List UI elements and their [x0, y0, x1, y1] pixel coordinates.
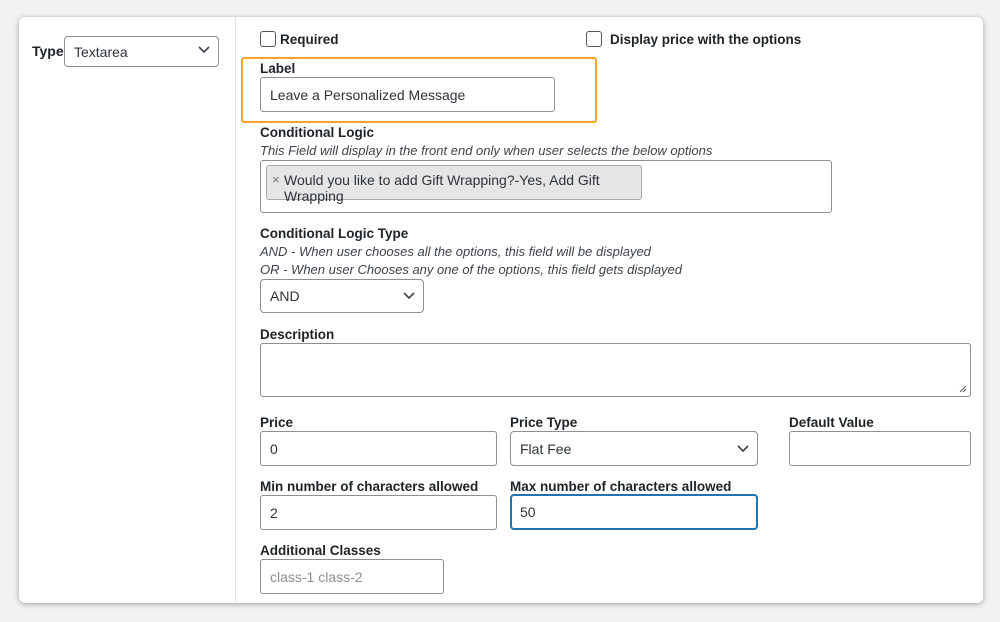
- min-chars-value: 2: [270, 505, 278, 521]
- price-value: 0: [270, 441, 278, 457]
- description-label: Description: [260, 327, 335, 342]
- conditional-logic-type-select[interactable]: AND: [260, 279, 424, 313]
- required-checkbox[interactable]: [260, 31, 276, 47]
- field-type-column: Type Textarea: [19, 17, 236, 603]
- price-type-value: Flat Fee: [520, 441, 572, 457]
- conditional-logic-hint: This Field will display in the front end…: [260, 143, 713, 158]
- min-chars-label: Min number of characters allowed: [260, 479, 479, 494]
- max-chars-label: Max number of characters allowed: [510, 479, 732, 494]
- label-input-value: Leave a Personalized Message: [270, 87, 466, 103]
- additional-classes-input[interactable]: class-1 class-2: [260, 559, 444, 594]
- type-select[interactable]: Textarea: [64, 36, 219, 67]
- field-editor-card: Type Textarea Required Display price wit…: [19, 17, 983, 603]
- conditional-logic-type-label: Conditional Logic Type: [260, 226, 409, 241]
- additional-classes-label: Additional Classes: [260, 543, 381, 558]
- type-select-value: Textarea: [74, 44, 128, 60]
- conditional-logic-type-hint-and: AND - When user chooses all the options,…: [260, 244, 651, 259]
- type-label: Type: [32, 43, 64, 59]
- conditional-logic-chip: × Would you like to add Gift Wrapping?-Y…: [266, 165, 642, 204]
- price-type-select[interactable]: Flat Fee: [510, 431, 758, 466]
- conditional-logic-type-value: AND: [270, 288, 300, 304]
- chevron-down-icon: [198, 46, 210, 54]
- required-label: Required: [280, 32, 339, 47]
- label-field-label: Label: [260, 61, 296, 76]
- chip-label: Would you like to add Gift Wrapping?-Yes…: [284, 172, 600, 204]
- max-chars-value: 50: [520, 504, 536, 520]
- resize-handle-icon[interactable]: [959, 385, 967, 393]
- display-price-checkbox[interactable]: [586, 31, 602, 47]
- min-chars-input[interactable]: 2: [260, 495, 497, 530]
- chevron-down-icon: [403, 292, 415, 300]
- default-value-input[interactable]: [789, 431, 971, 466]
- default-value-label: Default Value: [789, 415, 874, 430]
- price-input[interactable]: 0: [260, 431, 497, 466]
- display-price-label: Display price with the options: [610, 32, 802, 47]
- conditional-logic-type-hint-or: OR - When user Chooses any one of the op…: [260, 262, 683, 277]
- additional-classes-placeholder: class-1 class-2: [270, 569, 363, 585]
- chevron-down-icon: [737, 445, 749, 453]
- price-label: Price: [260, 415, 294, 430]
- chip-remove-icon[interactable]: ×: [272, 172, 280, 187]
- price-type-label: Price Type: [510, 415, 578, 430]
- max-chars-input[interactable]: 50: [510, 494, 758, 530]
- conditional-logic-label: Conditional Logic: [260, 125, 374, 140]
- description-textarea[interactable]: [260, 343, 971, 397]
- label-input[interactable]: Leave a Personalized Message: [260, 77, 555, 112]
